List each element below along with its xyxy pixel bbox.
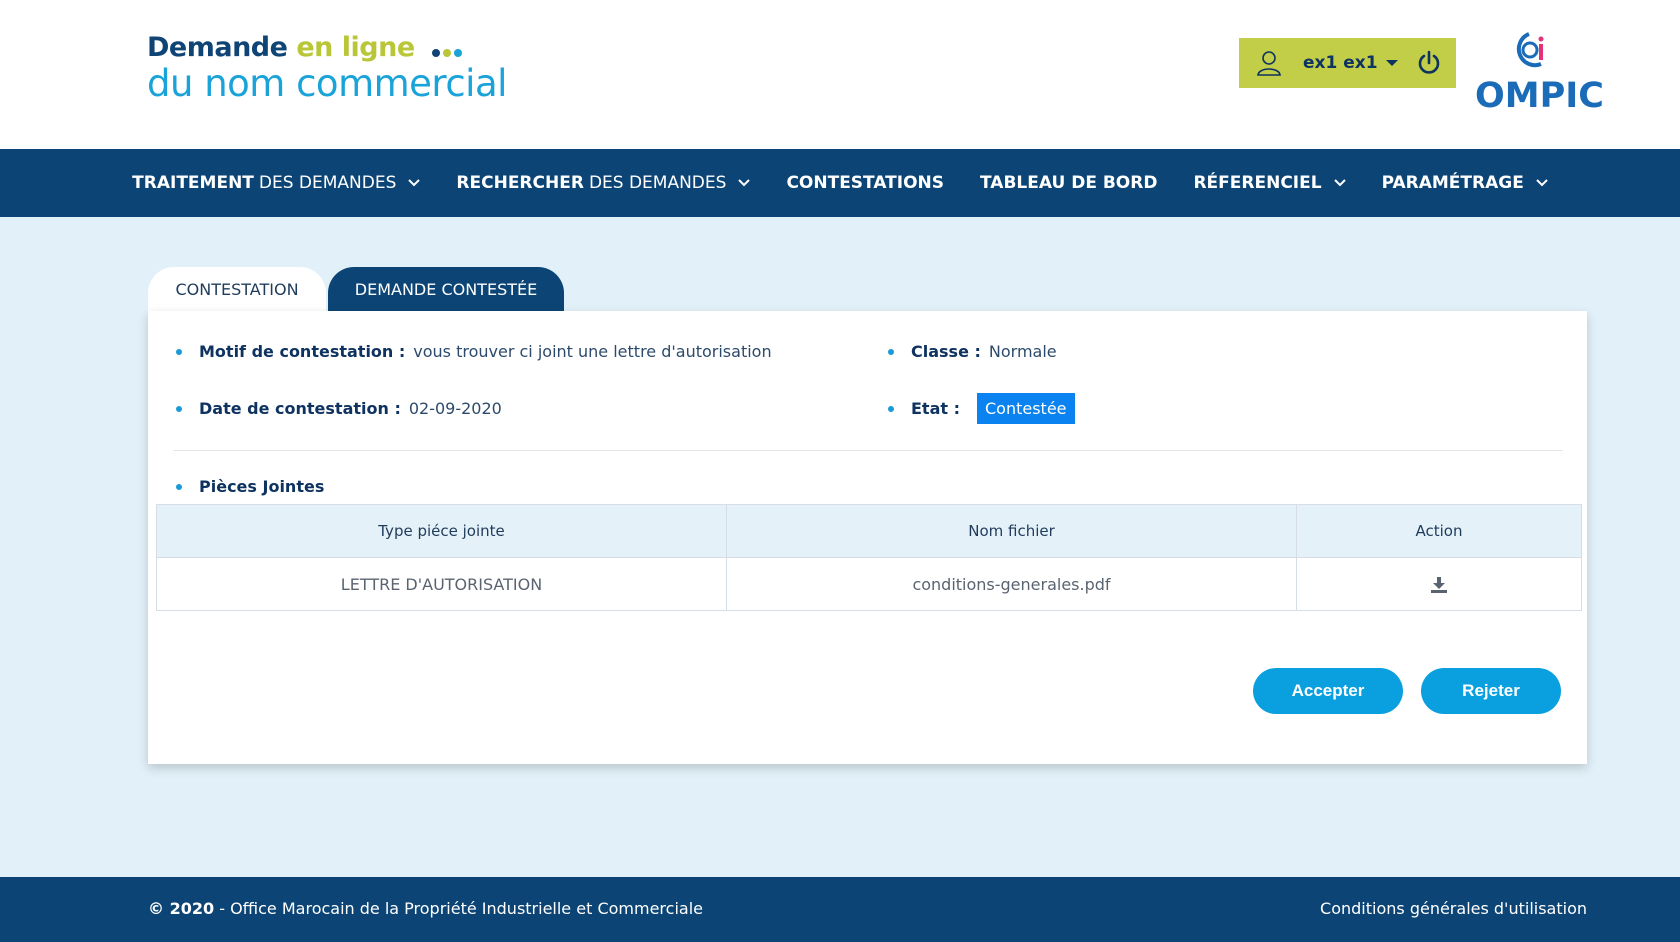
nav-item-label: PARAMÉTRAGE — [1381, 173, 1524, 193]
cell-file: conditions-generales.pdf — [726, 557, 1297, 611]
bullet-icon — [888, 348, 894, 355]
logo-line2: du nom commercial — [147, 62, 507, 105]
user-name: ex1 ex1 — [1303, 53, 1378, 73]
header-type: Type piéce jointe — [156, 504, 727, 558]
nav-item-label: RECHERCHER — [456, 173, 584, 193]
nav-item-5[interactable]: PARAMÉTRAGE — [1382, 173, 1548, 193]
motif-row: Motif de contestation : vous trouver ci … — [176, 342, 772, 361]
contestation-card: Motif de contestation : vous trouver ci … — [148, 311, 1587, 764]
nav-item-label: CONTESTATIONS — [786, 173, 945, 193]
nav-item-label: TRAITEMENT — [132, 173, 254, 193]
motif-label: Motif de contestation : — [199, 342, 406, 361]
pieces-label: Pièces Jointes — [199, 477, 325, 496]
copyright-year: © 2020 — [148, 899, 215, 918]
reject-button[interactable]: Rejeter — [1421, 668, 1561, 714]
footer-copyright: © 2020 - Office Marocain de la Propriété… — [148, 899, 703, 918]
pieces-row: Pièces Jointes — [176, 477, 324, 496]
date-label: Date de contestation : — [199, 399, 401, 418]
tab-contestation[interactable]: CONTESTATION — [148, 267, 326, 311]
header: Demande en ligne du nom commercial ex1 e… — [0, 0, 1680, 149]
logo-text-en-ligne: en ligne — [296, 32, 415, 63]
nav-item-sublabel: DES DEMANDES — [258, 173, 397, 193]
header-file: Nom fichier — [726, 504, 1297, 558]
chevron-down-icon — [1536, 179, 1548, 187]
nav-item-label: RÉFERENCIEL — [1193, 173, 1322, 193]
chevron-down-icon — [738, 179, 751, 187]
footer: © 2020 - Office Marocain de la Propriété… — [0, 877, 1680, 942]
ompic-logo: OMPIC — [1475, 28, 1604, 120]
table-row: LETTRE D'AUTORISATION conditions-general… — [156, 557, 1582, 611]
table-header-row: Type piéce jointe Nom fichier Action — [156, 504, 1582, 558]
chevron-down-icon — [408, 179, 421, 187]
motif-value: vous trouver ci joint une lettre d'autor… — [413, 342, 772, 361]
classe-value: Normale — [988, 342, 1057, 361]
logo-line1: Demande en ligne — [147, 32, 507, 64]
header-action: Action — [1296, 504, 1582, 558]
logo-text-demande: Demande — [147, 32, 288, 63]
main-nav: TRAITEMENT DES DEMANDES RECHERCHER DES DEMA… — [0, 149, 1680, 217]
nav-item-1[interactable]: RECHERCHER DES DEMANDES — [456, 173, 751, 193]
caret-down-icon — [1385, 60, 1398, 66]
etat-row: Etat : Contestée — [888, 393, 1075, 424]
nav-item-2[interactable]: CONTESTATIONS — [786, 173, 944, 193]
download-icon[interactable] — [1430, 576, 1448, 594]
logo-dots-icon — [431, 33, 465, 64]
nav-item-sublabel: DES DEMANDES — [588, 173, 727, 193]
user-menu[interactable]: ex1 ex1 — [1239, 38, 1456, 88]
date-value: 02-09-2020 — [408, 399, 502, 418]
nav-item-0[interactable]: TRAITEMENT DES DEMANDES — [132, 173, 421, 193]
attachments-table: Type piéce jointe Nom fichier Action LET… — [156, 504, 1582, 611]
nav-item-4[interactable]: RÉFERENCIEL — [1193, 173, 1346, 193]
nav-item-3[interactable]: TABLEAU DE BORD — [980, 173, 1157, 193]
accept-button[interactable]: Accepter — [1253, 668, 1403, 714]
cell-action — [1296, 557, 1582, 611]
nav-item-label: TABLEAU DE BORD — [980, 173, 1158, 193]
classe-row: Classe : Normale — [888, 342, 1057, 361]
ompic-emblem-icon — [1516, 32, 1544, 68]
copyright-org: - Office Marocain de la Propriété Indust… — [219, 899, 703, 918]
tab-demande-contestee[interactable]: DEMANDE CONTESTÉE — [328, 267, 564, 311]
cell-type: LETTRE D'AUTORISATION — [156, 557, 727, 611]
bullet-icon — [176, 348, 182, 355]
divider — [173, 450, 1563, 451]
tab-bar: CONTESTATION DEMANDE CONTESTÉE — [148, 267, 564, 311]
bullet-icon — [176, 483, 182, 490]
app-logo[interactable]: Demande en ligne du nom commercial — [147, 32, 507, 105]
chevron-down-icon — [1333, 179, 1346, 187]
user-icon — [1257, 51, 1281, 76]
status-badge: Contestée — [977, 393, 1075, 424]
terms-link[interactable]: Conditions générales d'utilisation — [1320, 899, 1587, 918]
date-row: Date de contestation : 02-09-2020 — [176, 399, 502, 418]
ompic-text: OMPIC — [1475, 76, 1604, 116]
power-icon[interactable] — [1416, 50, 1442, 76]
etat-label: Etat : — [911, 399, 960, 418]
bullet-icon — [176, 405, 182, 412]
bullet-icon — [888, 405, 894, 412]
classe-label: Classe : — [911, 342, 981, 361]
